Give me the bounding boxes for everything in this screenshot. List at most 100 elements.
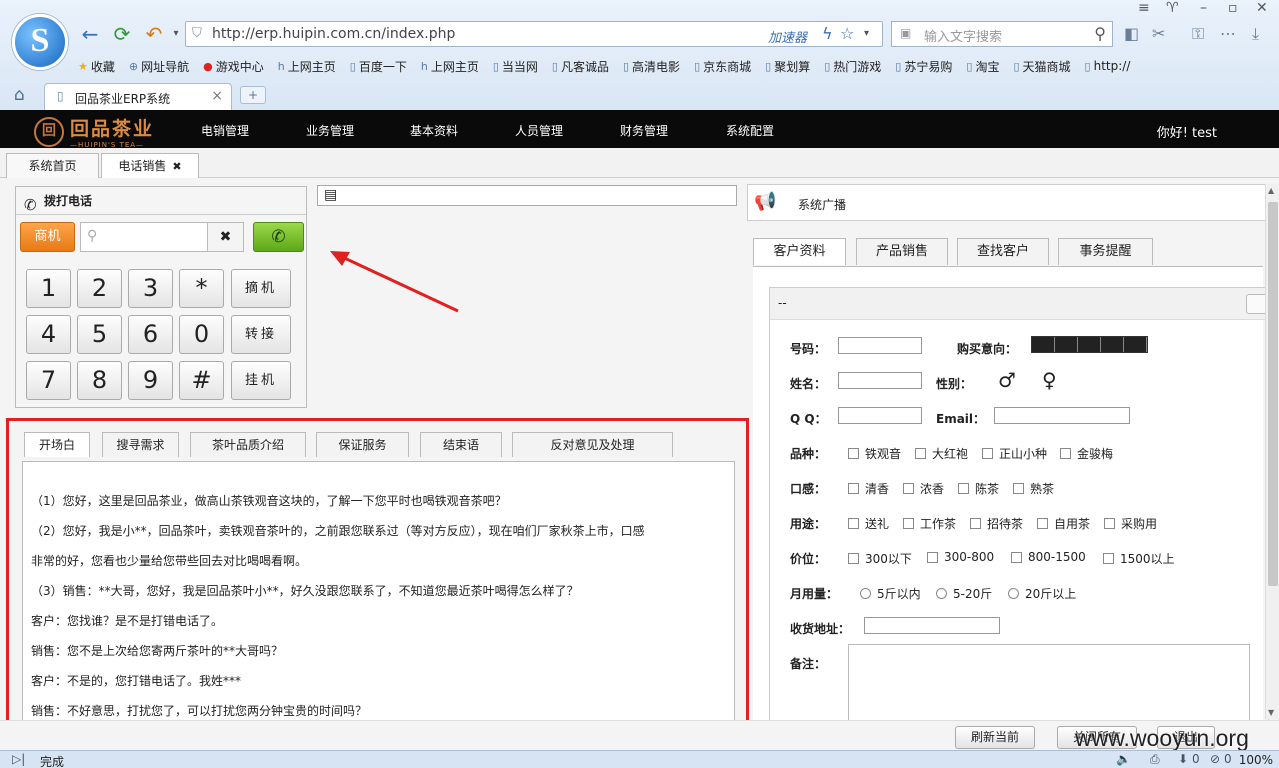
zoom-level[interactable]: 100% <box>1239 753 1273 767</box>
bookmark-label[interactable]: 游戏中心 <box>216 58 264 75</box>
checkbox-option[interactable]: 清香 <box>848 480 889 497</box>
radio-button[interactable] <box>860 588 871 599</box>
intent-rating[interactable] <box>1031 336 1148 353</box>
checkbox-option[interactable]: 300-800 <box>927 550 994 564</box>
bookmark-label[interactable]: 高清电影 <box>632 58 680 75</box>
address-bar[interactable]: ⛉ http://erp.huipin.com.cn/index.php 加速器… <box>185 21 883 47</box>
script-tab[interactable]: 茶叶品质介绍 <box>190 432 306 457</box>
radio-option[interactable]: 20斤以上 <box>1008 585 1076 602</box>
bookmark-item[interactable]: h 上网主页 <box>278 56 336 76</box>
bookmark-label[interactable]: 京东商城 <box>703 58 751 75</box>
bookmark-label[interactable]: 百度一下 <box>359 58 407 75</box>
address-field[interactable] <box>864 617 1000 634</box>
bookmark-label[interactable]: 天猫商城 <box>1023 58 1071 75</box>
checkbox-option[interactable]: 金骏梅 <box>1060 445 1113 462</box>
bookmark-label[interactable]: http:// <box>1094 59 1131 73</box>
radio-option[interactable]: 5斤以内 <box>860 585 921 602</box>
checkbox[interactable] <box>1037 518 1048 529</box>
bookmark-item[interactable]: ▯ 淘宝 <box>966 56 999 76</box>
script-tab[interactable]: 保证服务 <box>316 432 409 457</box>
dial-key[interactable]: 0 <box>179 315 224 354</box>
tab-phone-sales[interactable]: 电话销售 ✖ <box>101 153 199 178</box>
intent-segment[interactable] <box>1124 337 1147 352</box>
menu-item-finance[interactable]: 财务管理 <box>620 122 668 139</box>
accelerator-label[interactable]: 加速器 <box>768 27 807 46</box>
home-icon[interactable]: ⌂ <box>14 85 25 105</box>
checkbox[interactable] <box>903 518 914 529</box>
business-button[interactable]: 商机 <box>20 222 75 252</box>
bookmark-item[interactable]: ▯ 聚划算 <box>765 56 810 76</box>
browser-tab[interactable]: ▯ 回品茶业ERP系统 × <box>44 83 232 110</box>
scroll-down-icon[interactable]: ▼ <box>1268 708 1274 717</box>
menu-item-sales[interactable]: 电销管理 <box>201 122 249 139</box>
bookmark-item[interactable]: ▯ 天猫商城 <box>1013 56 1070 76</box>
checkbox[interactable] <box>958 483 969 494</box>
bookmark-item[interactable]: ▯ http:// <box>1085 56 1131 76</box>
checkbox[interactable] <box>848 448 859 459</box>
script-tab[interactable]: 开场白 <box>24 432 90 457</box>
block-icon[interactable]: ⊘ <box>1210 752 1220 766</box>
name-field[interactable] <box>838 372 922 389</box>
dial-key[interactable]: 3 <box>128 269 173 308</box>
checkbox-option[interactable]: 工作茶 <box>903 515 956 532</box>
checkbox-option[interactable]: 采购用 <box>1104 515 1157 532</box>
customer-tab[interactable]: 客户资料 <box>753 238 846 265</box>
intent-segment[interactable] <box>1032 337 1055 352</box>
bookmark-item[interactable]: ★ 收藏 <box>78 56 115 76</box>
undo-icon[interactable]: ↶ <box>142 22 166 46</box>
star-icon[interactable]: ☆ <box>840 24 854 43</box>
checkbox-option[interactable]: 800-1500 <box>1011 550 1086 564</box>
refresh-current-button[interactable]: 刷新当前 <box>955 726 1035 749</box>
skin-icon[interactable]: ♈ <box>1166 0 1179 16</box>
bookmark-label[interactable]: 收藏 <box>91 58 115 75</box>
tab-home[interactable]: 系统首页 <box>6 153 99 178</box>
number-field[interactable] <box>838 337 922 354</box>
address-url[interactable]: http://erp.huipin.com.cn/index.php <box>212 26 455 42</box>
checkbox[interactable] <box>1104 518 1115 529</box>
bookmark-label[interactable]: 凡客诚品 <box>561 58 609 75</box>
checkbox[interactable] <box>970 518 981 529</box>
new-tab-button[interactable]: + <box>240 86 266 104</box>
search-placeholder[interactable]: 输入文字搜索 <box>924 26 1002 45</box>
customer-tab[interactable]: 产品销售 <box>856 238 948 265</box>
dial-key[interactable]: 2 <box>77 269 122 308</box>
close-window-icon[interactable]: ✕ <box>1256 0 1268 16</box>
customer-tab[interactable]: 查找客户 <box>957 238 1049 265</box>
checkbox-option[interactable]: 熟茶 <box>1013 480 1054 497</box>
key-icon[interactable]: ⚿ <box>1192 24 1204 44</box>
checkbox[interactable] <box>903 483 914 494</box>
checkbox-option[interactable]: 浓香 <box>903 480 944 497</box>
extension-icon[interactable]: ◧ <box>1124 24 1139 43</box>
male-icon[interactable]: ♂ <box>998 368 1016 392</box>
menu-item-basic-data[interactable]: 基本资料 <box>410 122 458 139</box>
browser-search-box[interactable]: ▣ 输入文字搜索 ⚲ <box>891 21 1113 47</box>
more-icon[interactable]: ⋯ <box>1220 24 1236 43</box>
dial-key[interactable]: 8 <box>77 361 122 400</box>
checkbox-option[interactable]: 铁观音 <box>848 445 901 462</box>
checkbox[interactable] <box>1060 448 1071 459</box>
checkbox-option[interactable]: 自用茶 <box>1037 515 1090 532</box>
scroll-up-icon[interactable]: ▲ <box>1268 186 1274 195</box>
bookmark-label[interactable]: 聚划算 <box>774 58 810 75</box>
transfer-button[interactable]: 转接 <box>231 315 291 354</box>
menu-item-business[interactable]: 业务管理 <box>306 122 354 139</box>
bookmark-item[interactable]: ▯ 苏宁易购 <box>895 56 952 76</box>
tab-phone-sales-label[interactable]: 电话销售 <box>118 159 166 173</box>
search-engine-icon[interactable]: ▣ <box>900 26 911 40</box>
dial-key[interactable]: * <box>179 269 224 308</box>
restore-icon[interactable]: ▫ <box>1228 0 1238 16</box>
checkbox-option[interactable]: 300以下 <box>848 550 912 567</box>
checkbox[interactable] <box>1013 483 1024 494</box>
bookmark-item[interactable]: ▯ 凡客诚品 <box>552 56 609 76</box>
dial-key[interactable]: 9 <box>128 361 173 400</box>
bookmark-item[interactable]: ⊕ 网址导航 <box>129 56 189 76</box>
radio-option[interactable]: 5-20斤 <box>936 585 992 602</box>
pickup-button[interactable]: 摘机 <box>231 269 291 308</box>
bookmark-label[interactable]: 上网主页 <box>431 58 479 75</box>
checkbox[interactable] <box>982 448 993 459</box>
script-tab[interactable]: 搜寻需求 <box>102 432 179 457</box>
bookmark-label[interactable]: 淘宝 <box>975 58 999 75</box>
checkbox[interactable] <box>1103 553 1114 564</box>
checkbox[interactable] <box>1011 551 1022 563</box>
minimize-icon[interactable]: – <box>1200 0 1207 16</box>
